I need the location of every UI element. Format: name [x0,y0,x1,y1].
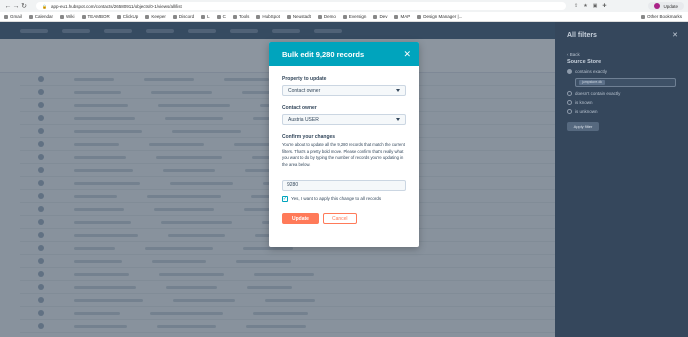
contact-owner-value: Austria USER [288,116,319,123]
profile-avatar[interactable] [654,3,661,9]
back-arrow-icon[interactable]: ← [4,3,12,10]
other-bookmarks[interactable]: Other Bookmarks [640,14,682,19]
confirm-heading: Confirm your changes [282,134,336,140]
radio-icon [567,91,572,96]
bookmark-calendar[interactable]: Calendar [28,14,53,19]
confirm-description: You're about to update all the 9,280 rec… [282,142,405,167]
bookmark-teambor[interactable]: TEAMBOR [81,14,110,19]
apply-all-checkbox-row[interactable]: ✓ Yes, I want to apply this change to al… [282,196,406,203]
close-icon[interactable]: ✕ [672,31,678,39]
modal-header: Bulk edit 9,280 records ✕ [269,42,419,66]
bookmark-hubspot[interactable]: HubSpot [256,14,280,19]
discord-icon [172,14,177,19]
demo-icon [317,14,322,19]
bulk-edit-modal: Bulk edit 9,280 records ✕ Property to up… [269,42,419,247]
radio-icon [567,100,572,105]
bookmarks-bar: Gmail Calendar Wiki TEAMBOR ClickUp Keep… [0,12,688,22]
folder-icon [201,14,206,19]
cancel-button[interactable]: Cancel [322,213,357,225]
neustadt-icon [286,14,291,19]
bookmark-keeper[interactable]: Keeper [145,14,166,19]
address-bar[interactable]: 🔒 app-eu1.hubspot.com/contacts/26580911/… [36,2,566,10]
caret-down-icon [396,118,400,121]
reload-icon[interactable]: ↻ [20,2,28,10]
filter-option[interactable]: is unknown [567,109,676,114]
filter-value-select[interactable]: jumpstore.dk [575,78,676,87]
filter-panel-title: All filters [567,31,597,39]
bookmark-design-manager[interactable]: Design Manager |... [417,14,462,19]
contact-owner-select[interactable]: Austria USER [282,114,406,125]
filter-back-link[interactable]: ‹ Back [567,52,676,57]
filter-option[interactable]: contains exactly [567,69,676,74]
eversign-icon [342,14,347,19]
contact-owner-label: Contact owner [282,105,317,111]
apply-all-label: Yes, I want to apply this change to all … [291,196,382,202]
bookmark-tools[interactable]: Tools [232,14,249,19]
bookmark-neustadt[interactable]: Neustadt [286,14,311,19]
gmail-icon [4,14,8,19]
clickup-icon [116,14,121,19]
filter-option[interactable]: is known [567,100,676,105]
star-icon[interactable]: ★ [583,3,587,9]
record-count-input[interactable] [282,179,406,191]
puzzle-icon[interactable]: ✚ [602,3,606,9]
bookmark-l[interactable]: L [201,14,210,19]
share-icon[interactable]: ⇪ [574,3,578,9]
folder-icon [373,14,378,19]
bookmark-gmail[interactable]: Gmail [4,14,22,19]
update-label: Update [663,3,678,9]
bookmark-eversign[interactable]: Eversign [342,14,366,19]
browser-toolbar: ← → ↻ 🔒 app-eu1.hubspot.com/contacts/265… [0,0,688,12]
filter-option[interactable]: doesn't contain exactly [567,91,676,96]
folder-icon [232,14,237,19]
property-select-value: Contact owner [288,87,321,94]
radio-icon [567,69,572,74]
url-text: app-eu1.hubspot.com/contacts/26580911/ob… [50,3,182,9]
update-button[interactable]: Update [282,213,319,225]
forward-arrow-icon[interactable]: → [12,3,20,10]
wiki-icon [60,14,65,19]
radio-icon [567,109,572,114]
checkbox-checked-icon[interactable]: ✓ [282,196,288,203]
modal-title: Bulk edit 9,280 records [282,49,365,59]
close-icon[interactable]: ✕ [403,49,411,59]
property-select[interactable]: Contact owner [282,85,406,96]
bookmark-c[interactable]: C [216,14,226,19]
hubspot-icon [256,14,261,19]
keeper-icon [145,14,150,19]
folder-icon [394,14,399,19]
bookmark-wiki[interactable]: Wiki [60,14,75,19]
bookmark-discord[interactable]: Discord [172,14,194,19]
browser-update-button[interactable]: Update [648,2,684,10]
lock-icon: 🔒 [42,3,47,9]
caret-down-icon [396,89,400,92]
folder-icon [640,14,645,19]
bookmark-clickup[interactable]: ClickUp [116,14,138,19]
filter-property-name: Source Store [567,59,602,65]
bookmark-map[interactable]: MAP [394,14,410,19]
folder-icon [216,14,221,19]
all-filters-panel: All filters ✕ ‹ Back Source Store contai… [555,22,688,337]
teambor-icon [81,14,86,19]
filter-chip: jumpstore.dk [579,80,606,85]
design-manager-icon [417,14,422,19]
calendar-icon [28,14,33,19]
property-to-update-label: Property to update [282,76,327,82]
bookmark-dev[interactable]: Dev [373,14,387,19]
bookmark-demo[interactable]: Demo [317,14,336,19]
extension-icon[interactable]: ▣ [593,3,598,9]
apply-filter-button[interactable]: Apply filter [567,122,599,131]
